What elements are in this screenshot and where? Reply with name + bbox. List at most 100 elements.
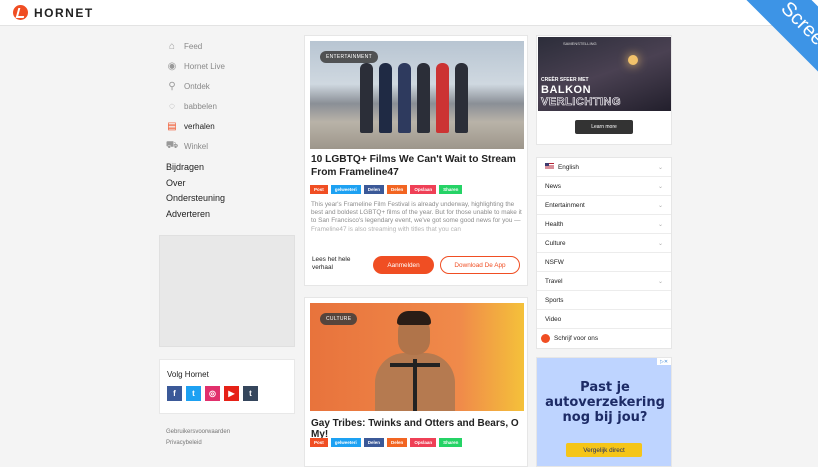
us-flag-icon bbox=[545, 163, 554, 169]
sidebar-item-label: Winkel bbox=[184, 141, 209, 151]
category-tag[interactable]: CULTURE bbox=[320, 313, 358, 325]
ad-line3: VERLICHTING bbox=[541, 96, 622, 109]
sidebar-item-verhalen[interactable]: ▤ verhalen bbox=[166, 116, 296, 136]
sidebar-item-label: verhalen bbox=[184, 121, 215, 131]
share-post-button[interactable]: Post bbox=[310, 438, 328, 447]
facebook-icon[interactable]: f bbox=[167, 386, 182, 401]
share-reddit-button[interactable]: Delen bbox=[387, 185, 408, 194]
post-card: ENTERTAINMENT 10 LGBTQ+ Films We Can't W… bbox=[304, 35, 528, 286]
post-image-person bbox=[370, 311, 460, 411]
follow-panel: Volg Hornet f t ◎ ▶ t bbox=[159, 359, 295, 414]
chevron-down-icon: ⌄ bbox=[657, 278, 663, 285]
share-twitter-button[interactable]: gelweeteri bbox=[330, 185, 361, 194]
download-app-button[interactable]: Download De App bbox=[440, 256, 520, 274]
chevron-down-icon: ⌄ bbox=[657, 183, 663, 190]
sidebar-item-label: Ontdek bbox=[184, 81, 210, 91]
post-image[interactable]: CULTURE bbox=[310, 303, 524, 411]
chevron-down-icon: ⌄ bbox=[657, 240, 663, 247]
sidebar-item-label: Hornet Live bbox=[184, 61, 225, 71]
hornet-logo-icon bbox=[13, 5, 28, 20]
broadcast-icon: ◉ bbox=[167, 60, 177, 72]
category-label: NSFW bbox=[545, 258, 564, 266]
search-icon: ⚲ bbox=[168, 80, 176, 92]
category-tag[interactable]: ENTERTAINMENT bbox=[320, 51, 378, 63]
stories-icon: ▤ bbox=[167, 120, 177, 132]
link-adverteren[interactable]: Adverteren bbox=[166, 209, 225, 225]
home-icon: ⌂ bbox=[168, 40, 176, 52]
twitter-icon[interactable]: t bbox=[186, 386, 201, 401]
category-sports[interactable]: Sports bbox=[537, 291, 671, 310]
signup-button[interactable]: Aanmelden bbox=[373, 256, 434, 274]
sidebar-ad-placeholder bbox=[159, 235, 295, 347]
category-label: Entertainment bbox=[545, 201, 585, 209]
link-ondersteuning[interactable]: Ondersteuning bbox=[166, 193, 225, 209]
ad-image: SAMENSTELLING CREËR SFEER MET BALKON VER… bbox=[538, 37, 671, 111]
category-entertainment[interactable]: Entertainment ⌄ bbox=[537, 196, 671, 215]
follow-title: Volg Hornet bbox=[167, 370, 209, 379]
share-facebook-button[interactable]: Delen bbox=[363, 185, 385, 194]
ad-banner-bottom[interactable]: ▷✕ Past je autoverzekering nog bij jou? … bbox=[536, 357, 672, 467]
chat-icon: ◌ bbox=[169, 100, 175, 112]
share-reddit-button[interactable]: Delen bbox=[387, 438, 408, 447]
footer-links: Gebruikersvoorwaarden Privacybeleid bbox=[166, 427, 230, 449]
category-menu: English ⌄ News ⌄ Entertainment ⌄ Health ⌄ Cu… bbox=[536, 157, 672, 349]
ad-line2: BALKON bbox=[541, 84, 592, 96]
share-whatsapp-button[interactable]: Sharen bbox=[439, 185, 463, 194]
youtube-icon[interactable]: ▶ bbox=[224, 386, 239, 401]
category-culture[interactable]: Culture ⌄ bbox=[537, 234, 671, 253]
instagram-icon[interactable]: ◎ bbox=[205, 386, 220, 401]
hornet-logo[interactable]: HORNET bbox=[13, 5, 94, 20]
excerpt-fade bbox=[311, 222, 523, 244]
language-select[interactable]: English ⌄ bbox=[537, 158, 671, 177]
ad-banner-top[interactable]: SAMENSTELLING CREËR SFEER MET BALKON VER… bbox=[536, 35, 672, 145]
share-post-button[interactable]: Post bbox=[310, 185, 328, 194]
post-card: CULTURE Gay Tribes: Twinks and Otters an… bbox=[304, 297, 528, 467]
share-buttons: Post gelweeteri Delen Delen Opslaan Shar… bbox=[310, 185, 463, 194]
ad-learn-more-button[interactable]: Learn more bbox=[575, 120, 633, 134]
category-label: Sports bbox=[545, 296, 564, 304]
chevron-down-icon: ⌄ bbox=[657, 221, 663, 228]
share-buttons: Post gelweeteri Delen Delen Opslaan Shar… bbox=[310, 438, 463, 447]
sidebar-item-label: Feed bbox=[184, 41, 203, 51]
top-bar: HORNET bbox=[0, 0, 818, 26]
category-label: Travel bbox=[545, 277, 563, 285]
category-health[interactable]: Health ⌄ bbox=[537, 215, 671, 234]
link-privacy[interactable]: Privacybeleid bbox=[166, 438, 230, 449]
share-twitter-button[interactable]: gelweeteri bbox=[330, 438, 361, 447]
category-news[interactable]: News ⌄ bbox=[537, 177, 671, 196]
sidebar-item-babbelen[interactable]: ◌ babbelen bbox=[166, 96, 296, 116]
ad-compare-button[interactable]: Vergelijk direct bbox=[566, 443, 642, 457]
sidebar-links: Bijdragen Over Ondersteuning Adverteren bbox=[166, 162, 225, 224]
post-image[interactable]: ENTERTAINMENT bbox=[310, 41, 524, 149]
sidebar-item-ontdek[interactable]: ⚲ Ontdek bbox=[166, 76, 296, 96]
tumblr-icon[interactable]: t bbox=[243, 386, 258, 401]
link-terms[interactable]: Gebruikersvoorwaarden bbox=[166, 427, 230, 438]
category-nsfw[interactable]: NSFW bbox=[537, 253, 671, 272]
ad-choices-icon[interactable]: ▷✕ bbox=[657, 358, 671, 365]
sidebar-item-winkel[interactable]: ⛟ Winkel bbox=[166, 136, 296, 156]
ad-brand: SAMENSTELLING bbox=[563, 41, 597, 46]
post-image-people bbox=[360, 63, 468, 133]
sidebar-item-label: babbelen bbox=[184, 101, 217, 111]
share-pocket-button[interactable]: Opslaan bbox=[410, 438, 437, 447]
write-for-us-link[interactable]: Schrijf voor ons bbox=[537, 329, 671, 348]
post-title[interactable]: Gay Tribes: Twinks and Otters and Bears,… bbox=[311, 418, 523, 440]
category-travel[interactable]: Travel ⌄ bbox=[537, 272, 671, 291]
share-facebook-button[interactable]: Delen bbox=[363, 438, 385, 447]
sidebar-item-feed[interactable]: ⌂ Feed bbox=[166, 36, 296, 56]
category-label: Culture bbox=[545, 239, 566, 247]
share-whatsapp-button[interactable]: Sharen bbox=[439, 438, 463, 447]
category-label: News bbox=[545, 182, 561, 190]
sidebar-item-hornet-live[interactable]: ◉ Hornet Live bbox=[166, 56, 296, 76]
lamp-icon bbox=[628, 55, 638, 65]
share-pocket-button[interactable]: Opslaan bbox=[410, 185, 437, 194]
link-over[interactable]: Over bbox=[166, 178, 225, 194]
pencil-icon bbox=[541, 334, 550, 343]
category-label: English bbox=[558, 164, 579, 171]
brand-name: HORNET bbox=[34, 5, 94, 20]
post-title[interactable]: 10 LGBTQ+ Films We Can't Wait to Stream … bbox=[311, 153, 523, 179]
link-bijdragen[interactable]: Bijdragen bbox=[166, 162, 225, 178]
cart-icon: ⛟ bbox=[165, 139, 179, 151]
read-more-link[interactable]: Lees het hele verhaal bbox=[312, 256, 367, 272]
category-video[interactable]: Video bbox=[537, 310, 671, 329]
